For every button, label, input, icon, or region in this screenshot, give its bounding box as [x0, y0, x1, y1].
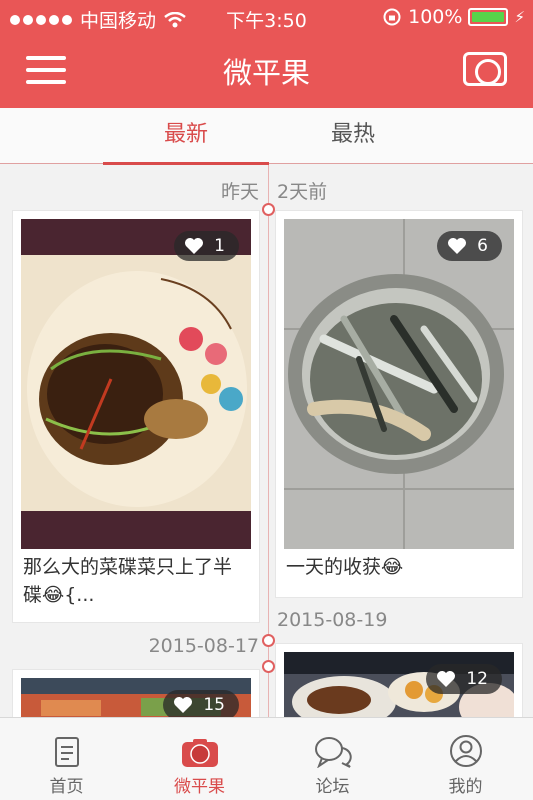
post-card[interactable]: 6 一天的收获😂 [275, 210, 523, 598]
timeline-feed[interactable]: 昨天 2天前 1 那么大的菜碟菜只上了半碟😂{... 6 一天的收获😂 2015… [0, 165, 533, 717]
page-title: 微平果 [222, 56, 310, 90]
tab-label: 微平果 [174, 777, 225, 797]
timeline-dot [262, 634, 275, 647]
rotation-lock-icon [383, 8, 401, 26]
heart-icon [174, 697, 193, 713]
post-photo[interactable]: 6 [284, 219, 514, 549]
heart-icon [437, 671, 456, 687]
camera-button[interactable] [463, 52, 507, 86]
heart-icon [185, 238, 204, 254]
tab-label: 我的 [448, 777, 483, 797]
post-card[interactable]: 15 [12, 669, 260, 717]
post-date: 2015-08-19 [277, 609, 388, 631]
tab-hottest[interactable]: 最热 [270, 108, 436, 164]
battery-icon [468, 8, 509, 26]
fish-photo [284, 219, 514, 549]
like-badge[interactable]: 6 [437, 231, 502, 261]
post-caption: 一天的收获😂 [286, 556, 404, 578]
post-card[interactable]: 12 [275, 643, 523, 717]
post-photo[interactable]: 15 [21, 678, 251, 717]
charging-icon: ⚡ [514, 8, 525, 26]
like-count: 1 [214, 236, 225, 256]
document-icon [54, 737, 79, 767]
bottom-tab-bar: 首页 微平果 论坛 我的 [0, 717, 533, 800]
timeline-dot [262, 203, 275, 216]
post-caption: 那么大的菜碟菜只上了半碟😂{... [23, 556, 233, 606]
post-photo[interactable]: 1 [21, 219, 251, 549]
post-card[interactable]: 1 那么大的菜碟菜只上了半碟😂{... [12, 210, 260, 623]
profile-icon [449, 735, 482, 767]
post-photo[interactable]: 12 [284, 652, 514, 717]
tab-forum[interactable]: 论坛 [266, 718, 399, 800]
tab-mine[interactable]: 我的 [399, 718, 532, 800]
tab-label: 论坛 [315, 777, 350, 797]
tab-latest[interactable]: 最新 [103, 108, 269, 165]
camera-icon [181, 739, 218, 767]
tab-home[interactable]: 首页 [0, 718, 133, 800]
chat-bubbles-icon [314, 737, 352, 768]
feed-tabs: 最新 最热 [0, 108, 533, 165]
dish-photo [21, 219, 251, 549]
heart-icon [448, 238, 467, 254]
like-badge[interactable]: 12 [426, 664, 502, 694]
post-date: 2015-08-17 [148, 635, 259, 657]
tab-weipingguo[interactable]: 微平果 [133, 718, 266, 800]
top-bar: 中国移动 下午3:50 100% ⚡ 微平果 [0, 0, 533, 108]
tab-label: 首页 [49, 777, 84, 797]
like-count: 12 [466, 669, 488, 689]
like-count: 15 [203, 695, 225, 715]
like-badge[interactable]: 1 [174, 231, 239, 261]
status-bar: 中国移动 下午3:50 100% ⚡ [0, 0, 533, 34]
post-date: 昨天 [220, 181, 259, 203]
like-badge[interactable]: 15 [163, 690, 239, 717]
like-count: 6 [477, 236, 488, 256]
timeline-dot [262, 660, 275, 673]
post-date: 2天前 [277, 181, 328, 203]
battery-percent: 100% [408, 6, 463, 28]
